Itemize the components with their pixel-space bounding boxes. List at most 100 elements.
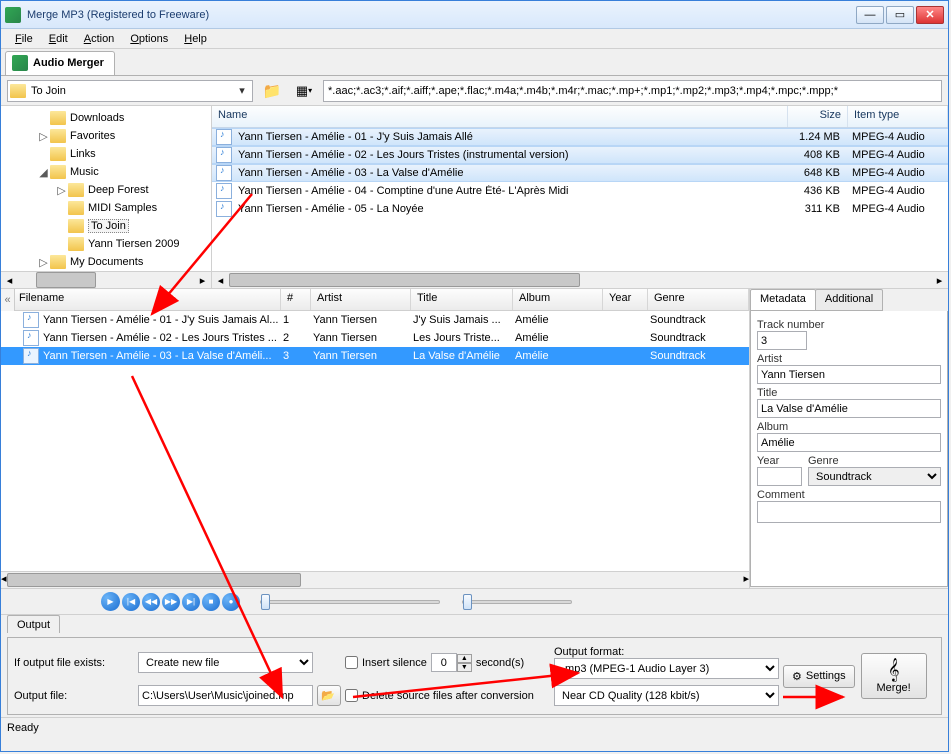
menu-help[interactable]: Help <box>176 31 215 47</box>
minimize-button[interactable]: — <box>856 6 884 24</box>
file-row[interactable]: Yann Tiersen - Amélie - 04 - Comptine d'… <box>212 182 948 200</box>
track-number-field[interactable] <box>757 331 807 350</box>
file-row[interactable]: Yann Tiersen - Amélie - 05 - La Noyée311… <box>212 200 948 218</box>
queue-hscrollbar[interactable]: ◂▸ <box>1 571 749 588</box>
merge-button[interactable]: 𝄞Merge! <box>861 653 927 699</box>
tab-additional[interactable]: Additional <box>815 289 883 311</box>
slider-thumb[interactable] <box>261 594 270 610</box>
seconds-label: second(s) <box>476 657 524 669</box>
menu-edit[interactable]: Edit <box>41 31 76 47</box>
queue-body[interactable]: Yann Tiersen - Amélie - 01 - J'y Suis Ja… <box>1 311 749 571</box>
year-field[interactable] <box>757 467 802 486</box>
col-size[interactable]: Size <box>788 106 848 127</box>
menu-options[interactable]: Options <box>122 31 176 47</box>
view-mode-button[interactable]: ▦▾ <box>291 79 317 103</box>
silence-spinner[interactable]: ▲▼ <box>431 653 472 672</box>
rewind-button[interactable]: ◀◀ <box>142 593 160 611</box>
file-filter-field[interactable]: *.aac;*.ac3;*.aif;*.aiff;*.ape;*.flac;*.… <box>323 80 942 102</box>
scroll-thumb[interactable] <box>7 573 302 587</box>
scroll-right-icon[interactable]: ▸ <box>194 272 211 288</box>
tree-node[interactable]: Links <box>1 145 211 163</box>
artist-field[interactable] <box>757 365 941 384</box>
settings-button[interactable]: ⚙Settings <box>783 665 855 688</box>
exists-label: If output file exists: <box>14 657 134 669</box>
tree-node[interactable]: ▷My Documents <box>1 253 211 271</box>
tree-node[interactable]: ▷Deep Forest <box>1 181 211 199</box>
file-list-header[interactable]: Name Size Item type <box>212 106 948 128</box>
scroll-left-icon[interactable]: ◂ <box>1 272 18 288</box>
titlebar[interactable]: Merge MP3 (Registered to Freeware) — ▭ ✕ <box>1 1 948 29</box>
comment-field[interactable] <box>757 501 941 523</box>
folder-tree[interactable]: Downloads▷FavoritesLinks◢Music▷Deep Fore… <box>1 106 212 288</box>
tree-node[interactable]: Downloads <box>1 109 211 127</box>
col-genre[interactable]: Genre <box>648 289 749 310</box>
exists-select[interactable]: Create new file <box>138 652 313 673</box>
file-list-body[interactable]: Yann Tiersen - Amélie - 01 - J'y Suis Ja… <box>212 128 948 271</box>
album-field[interactable] <box>757 433 941 452</box>
col-year[interactable]: Year <box>603 289 648 310</box>
spin-up-icon[interactable]: ▲ <box>457 654 472 663</box>
scroll-thumb[interactable] <box>229 273 580 287</box>
col-num[interactable]: # <box>281 289 311 310</box>
scroll-left-icon[interactable]: ◂ <box>212 272 229 288</box>
scroll-thumb[interactable] <box>36 272 96 288</box>
scroll-right-icon[interactable]: ▸ <box>743 572 749 588</box>
maximize-button[interactable]: ▭ <box>886 6 914 24</box>
prev-button[interactable]: |◀ <box>122 593 140 611</box>
tab-output[interactable]: Output <box>7 615 60 633</box>
ffwd-button[interactable]: ▶▶ <box>162 593 180 611</box>
browse-button[interactable]: 📂 <box>317 685 341 706</box>
col-title[interactable]: Title <box>411 289 513 310</box>
up-folder-button[interactable]: 📁 <box>259 79 285 103</box>
folder-dropdown[interactable]: To Join ▾ <box>7 80 253 102</box>
expand-icon[interactable]: ◢ <box>37 166 50 179</box>
queue-artist: Yann Tiersen <box>313 350 413 362</box>
genre-select[interactable]: Soundtrack <box>808 467 941 486</box>
filelist-hscrollbar[interactable]: ◂▸ <box>212 271 948 288</box>
stop-button[interactable]: ■ <box>202 593 220 611</box>
spin-down-icon[interactable]: ▼ <box>457 663 472 672</box>
tab-metadata[interactable]: Metadata <box>750 289 816 311</box>
col-artist[interactable]: Artist <box>311 289 411 310</box>
output-file-field[interactable] <box>138 685 313 706</box>
record-button[interactable]: ● <box>222 593 240 611</box>
pager-left[interactable]: « <box>1 289 15 311</box>
tab-audio-merger[interactable]: Audio Merger <box>5 51 115 75</box>
file-row[interactable]: Yann Tiersen - Amélie - 01 - J'y Suis Ja… <box>212 128 948 146</box>
play-button[interactable]: ▶ <box>101 592 120 611</box>
queue-header[interactable]: « Filename # Artist Title Album Year Gen… <box>1 289 749 311</box>
tree-node[interactable]: To Join <box>1 217 211 235</box>
queue-row[interactable]: Yann Tiersen - Amélie - 03 - La Valse d'… <box>1 347 749 365</box>
expand-icon[interactable]: ▷ <box>37 130 50 143</box>
queue-row[interactable]: Yann Tiersen - Amélie - 02 - Les Jours T… <box>1 329 749 347</box>
tree-node[interactable]: ▷Favorites <box>1 127 211 145</box>
silence-value[interactable] <box>431 653 457 672</box>
insert-silence-checkbox[interactable] <box>345 656 358 669</box>
window-title: Merge MP3 (Registered to Freeware) <box>27 9 856 21</box>
format-select[interactable]: .mp3 (MPEG-1 Audio Layer 3) <box>554 658 779 679</box>
col-name[interactable]: Name <box>212 106 788 127</box>
tree-node[interactable]: MIDI Samples <box>1 199 211 217</box>
col-filename[interactable]: Filename <box>1 289 281 310</box>
close-button[interactable]: ✕ <box>916 6 944 24</box>
volume-slider[interactable] <box>462 600 572 604</box>
title-field[interactable] <box>757 399 941 418</box>
col-album[interactable]: Album <box>513 289 603 310</box>
tree-node[interactable]: Yann Tiersen 2009 <box>1 235 211 253</box>
next-button[interactable]: ▶| <box>182 593 200 611</box>
tree-node[interactable]: ◢Music <box>1 163 211 181</box>
delete-source-checkbox[interactable] <box>345 689 358 702</box>
file-row[interactable]: Yann Tiersen - Amélie - 02 - Les Jours T… <box>212 146 948 164</box>
quality-select[interactable]: Near CD Quality (128 kbit/s) <box>554 685 779 706</box>
menu-action[interactable]: Action <box>76 31 123 47</box>
expand-icon[interactable]: ▷ <box>37 256 50 269</box>
col-type[interactable]: Item type <box>848 106 948 127</box>
tree-hscrollbar[interactable]: ◂▸ <box>1 271 211 288</box>
menu-file[interactable]: File <box>7 31 41 47</box>
position-slider[interactable] <box>260 600 440 604</box>
file-row[interactable]: Yann Tiersen - Amélie - 03 - La Valse d'… <box>212 164 948 182</box>
scroll-right-icon[interactable]: ▸ <box>931 272 948 288</box>
queue-row[interactable]: Yann Tiersen - Amélie - 01 - J'y Suis Ja… <box>1 311 749 329</box>
slider-thumb[interactable] <box>463 594 472 610</box>
expand-icon[interactable]: ▷ <box>55 184 68 197</box>
